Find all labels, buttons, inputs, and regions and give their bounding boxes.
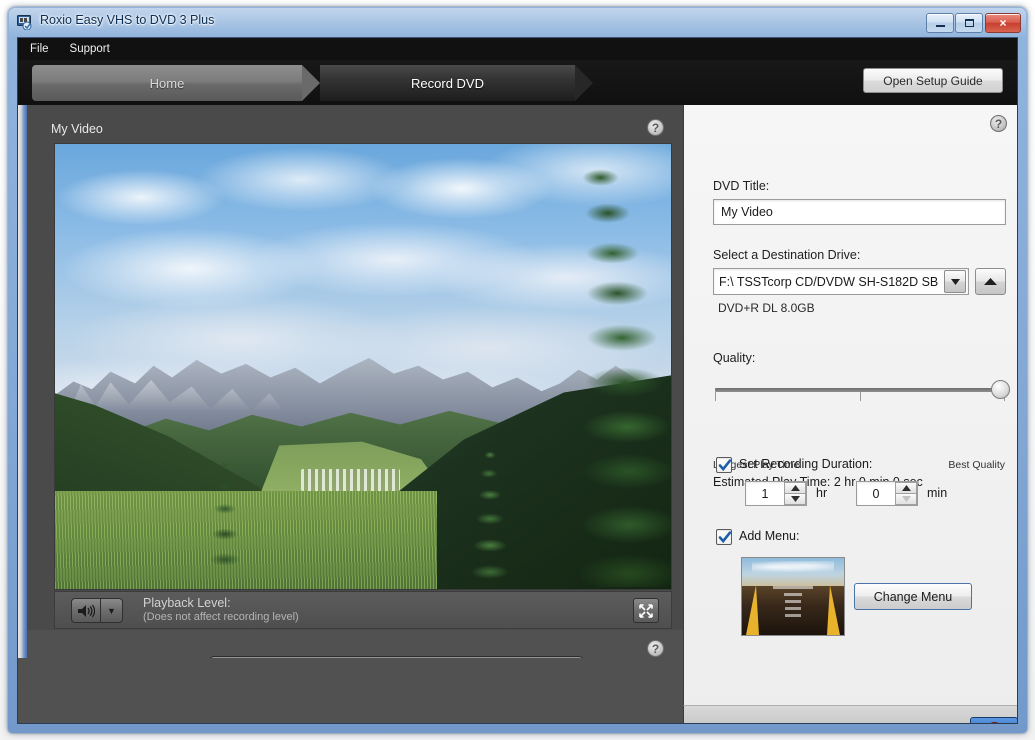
minimize-icon [927,14,953,32]
set-recording-duration-label: Set Recording Duration: [739,457,872,471]
minimize-button[interactable] [926,13,954,33]
open-setup-guide-button[interactable]: Open Setup Guide [863,68,1003,93]
thumbnail-menu-title [773,586,813,589]
disc-info-text: DVD+R DL 8.0GB [718,301,815,315]
application-window: Roxio Easy VHS to DVD 3 Plus × File Supp… [8,7,1027,733]
tab-record-dvd-label: Record DVD [411,76,484,91]
menu-item-file[interactable]: File [21,40,58,58]
change-menu-label: Change Menu [874,590,953,604]
thumbnail-menu-entry [785,614,801,617]
thumbnail-clouds [752,561,834,573]
set-recording-duration-checkbox[interactable] [716,457,732,473]
speaker-volume-icon[interactable] [71,598,101,623]
client-area: File Support Home Record DVD Open Setup … [17,37,1018,724]
close-button[interactable]: × [985,13,1021,33]
quality-tick-min [715,392,716,401]
chevron-down-icon [791,496,800,502]
left-edge-scrollbar[interactable] [18,105,27,724]
dvd-title-label: DVD Title: [713,179,769,193]
chevron-up-icon [902,485,911,491]
left-panel: My Video ? [18,105,683,724]
add-menu-label: Add Menu: [739,529,799,543]
thumbnail-menu-entry [785,600,801,603]
checkmark-icon [718,530,732,544]
thumbnail-road-line-right [827,585,840,635]
record-button[interactable] [970,717,1018,724]
chevron-down-icon [902,496,911,502]
checkmark-icon [718,458,732,472]
video-panel: My Video ? [27,105,683,630]
destination-drive-value: F:\ TSSTcorp CD/DVDW SH-S182D SB [714,275,944,289]
duration-minutes-value: 0 [857,482,895,505]
dvd-title-input[interactable] [713,199,1006,225]
tab-record-dvd[interactable]: Record DVD [320,65,575,101]
quality-slider-handle[interactable] [991,380,1010,399]
hours-increment-button[interactable] [784,482,806,494]
menu-theme-thumbnail[interactable] [741,557,845,636]
maximize-button[interactable] [955,13,983,33]
hours-decrement-button[interactable] [784,494,806,505]
right-panel-footer [683,705,1018,724]
quality-label: Quality: [713,351,755,365]
chevron-down-icon[interactable]: ▼ [101,598,123,623]
chevron-up-icon [791,485,800,491]
playback-level-bar: ▼ Playback Level: (Does not affect recor… [54,591,672,629]
quality-slider[interactable] [715,381,1005,401]
menu-bar: File Support [18,38,1017,60]
fullscreen-expand-icon[interactable] [633,598,659,623]
thumbnail-road-line-left [746,585,759,635]
menu-item-support[interactable]: Support [61,40,119,58]
record-dot-icon [987,722,1002,724]
thumbnail-menu-entry [784,593,802,596]
preview-conifer-left [203,456,247,572]
desktop-background: Roxio Easy VHS to DVD 3 Plus × File Supp… [0,0,1035,740]
quality-tick-mid [860,392,861,401]
playback-level-label: Playback Level: [143,596,299,610]
preview-sapling [462,447,518,581]
video-preview[interactable] [54,143,672,590]
duration-minutes-stepper[interactable]: 0 [856,481,918,506]
title-bar[interactable]: Roxio Easy VHS to DVD 3 Plus × [8,7,1027,37]
playback-level-text: Playback Level: (Does not affect recordi… [143,596,299,623]
duration-hours-unit: hr [816,486,827,500]
tab-home-label: Home [150,76,185,91]
close-icon: × [986,14,1020,32]
eject-icon [983,277,998,287]
breadcrumb: Home Record DVD [32,65,575,101]
minutes-decrement-button [895,494,917,505]
minutes-increment-button[interactable] [895,482,917,494]
duration-minutes-unit: min [927,486,947,500]
destination-drive-select[interactable]: F:\ TSSTcorp CD/DVDW SH-S182D SB [713,268,969,295]
tab-bar: Home Record DVD Open Setup Guide [18,60,1017,105]
playback-volume-group: ▼ [71,598,123,623]
duration-hours-stepper[interactable]: 1 [745,481,807,506]
app-vhs-icon [17,15,33,30]
window-title: Roxio Easy VHS to DVD 3 Plus [40,13,214,27]
left-panel-footer [18,658,683,724]
quality-max-label: Best Quality [948,459,1005,471]
page-title: My Video [51,122,103,136]
maximize-icon [956,14,982,32]
change-menu-button[interactable]: Change Menu [854,583,972,610]
help-icon[interactable]: ? [990,115,1007,132]
preview-village [301,469,400,491]
add-menu-checkbox[interactable] [716,529,732,545]
thumbnail-menu-entry [785,607,801,610]
open-setup-guide-label: Open Setup Guide [883,74,982,88]
destination-drive-label: Select a Destination Drive: [713,248,860,262]
playback-level-note: (Does not affect recording level) [143,611,299,623]
chevron-down-icon[interactable] [944,270,966,293]
tab-home[interactable]: Home [32,65,302,101]
right-panel: ? DVD Title: Select a Destination Drive:… [683,105,1018,724]
preview-conifer-right [555,143,672,587]
help-icon[interactable]: ? [647,119,664,136]
help-icon[interactable]: ? [647,640,664,657]
eject-button[interactable] [975,268,1006,295]
duration-hours-value: 1 [746,482,784,505]
